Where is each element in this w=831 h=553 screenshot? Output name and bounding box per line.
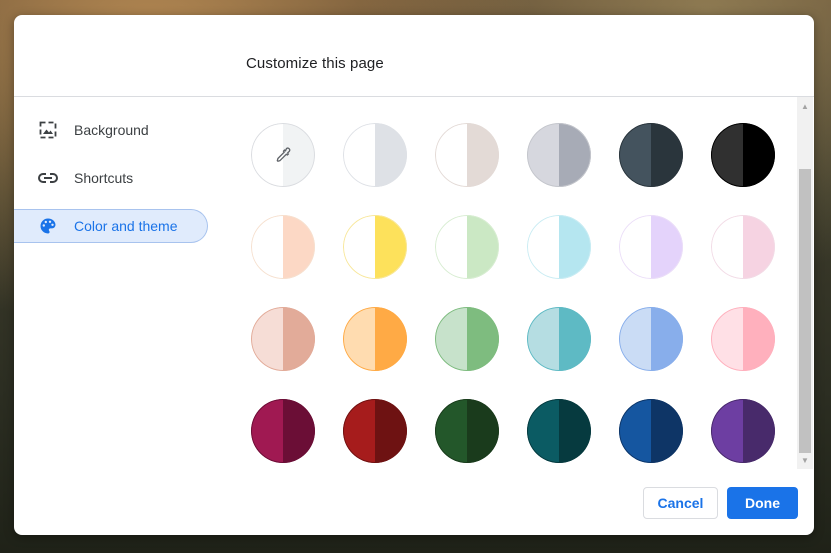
sidebar-item-label: Background xyxy=(74,122,149,138)
sidebar-item-label: Shortcuts xyxy=(74,170,134,186)
swatch-warm-grey[interactable] xyxy=(435,123,499,187)
swatch-light-blue[interactable] xyxy=(619,307,683,371)
swatch-magenta[interactable] xyxy=(251,399,315,463)
swatch-dark-green[interactable] xyxy=(435,399,499,463)
swatch-dark-slate[interactable] xyxy=(619,123,683,187)
swatch-orange[interactable] xyxy=(343,307,407,371)
swatch-cool-grey[interactable] xyxy=(527,123,591,187)
swatch-black[interactable] xyxy=(711,123,775,187)
swatch-purple[interactable] xyxy=(711,399,775,463)
swatch-teal[interactable] xyxy=(527,307,591,371)
customize-dialog: Customize this page Background Shortcuts xyxy=(14,15,814,535)
swatch-mid-green[interactable] xyxy=(435,307,499,371)
cancel-button[interactable]: Cancel xyxy=(643,487,718,519)
swatch-default-grey[interactable] xyxy=(343,123,407,187)
swatch-peach[interactable] xyxy=(251,215,315,279)
swatch-navy[interactable] xyxy=(619,399,683,463)
link-icon xyxy=(38,168,58,188)
swatch-rose[interactable] xyxy=(711,307,775,371)
swatch-red[interactable] xyxy=(343,399,407,463)
scroll-up-arrow-icon[interactable]: ▲ xyxy=(797,99,813,113)
palette-icon xyxy=(38,216,58,236)
swatch-salmon[interactable] xyxy=(251,307,315,371)
sidebar-item-color-and-theme[interactable]: Color and theme xyxy=(14,209,208,243)
scroll-down-arrow-icon[interactable]: ▼ xyxy=(797,453,813,467)
swatch-pink[interactable] xyxy=(711,215,775,279)
sidebar-item-shortcuts[interactable]: Shortcuts xyxy=(14,161,208,195)
swatch-dark-teal[interactable] xyxy=(527,399,591,463)
sidebar-item-label: Color and theme xyxy=(74,218,178,234)
eyedropper-icon xyxy=(274,146,292,164)
color-grid xyxy=(229,97,794,467)
swatch-green[interactable] xyxy=(435,215,499,279)
background-image-icon xyxy=(38,120,58,140)
done-button[interactable]: Done xyxy=(727,487,798,519)
swatch-lavender[interactable] xyxy=(619,215,683,279)
sidebar-item-background[interactable]: Background xyxy=(14,113,208,147)
dialog-title: Customize this page xyxy=(246,55,384,72)
swatch-light-cyan[interactable] xyxy=(527,215,591,279)
scrollbar[interactable]: ▲ ▼ xyxy=(797,97,813,469)
swatch-yellow[interactable] xyxy=(343,215,407,279)
custom-color-picker[interactable] xyxy=(251,123,315,187)
scroll-thumb[interactable] xyxy=(799,169,811,453)
